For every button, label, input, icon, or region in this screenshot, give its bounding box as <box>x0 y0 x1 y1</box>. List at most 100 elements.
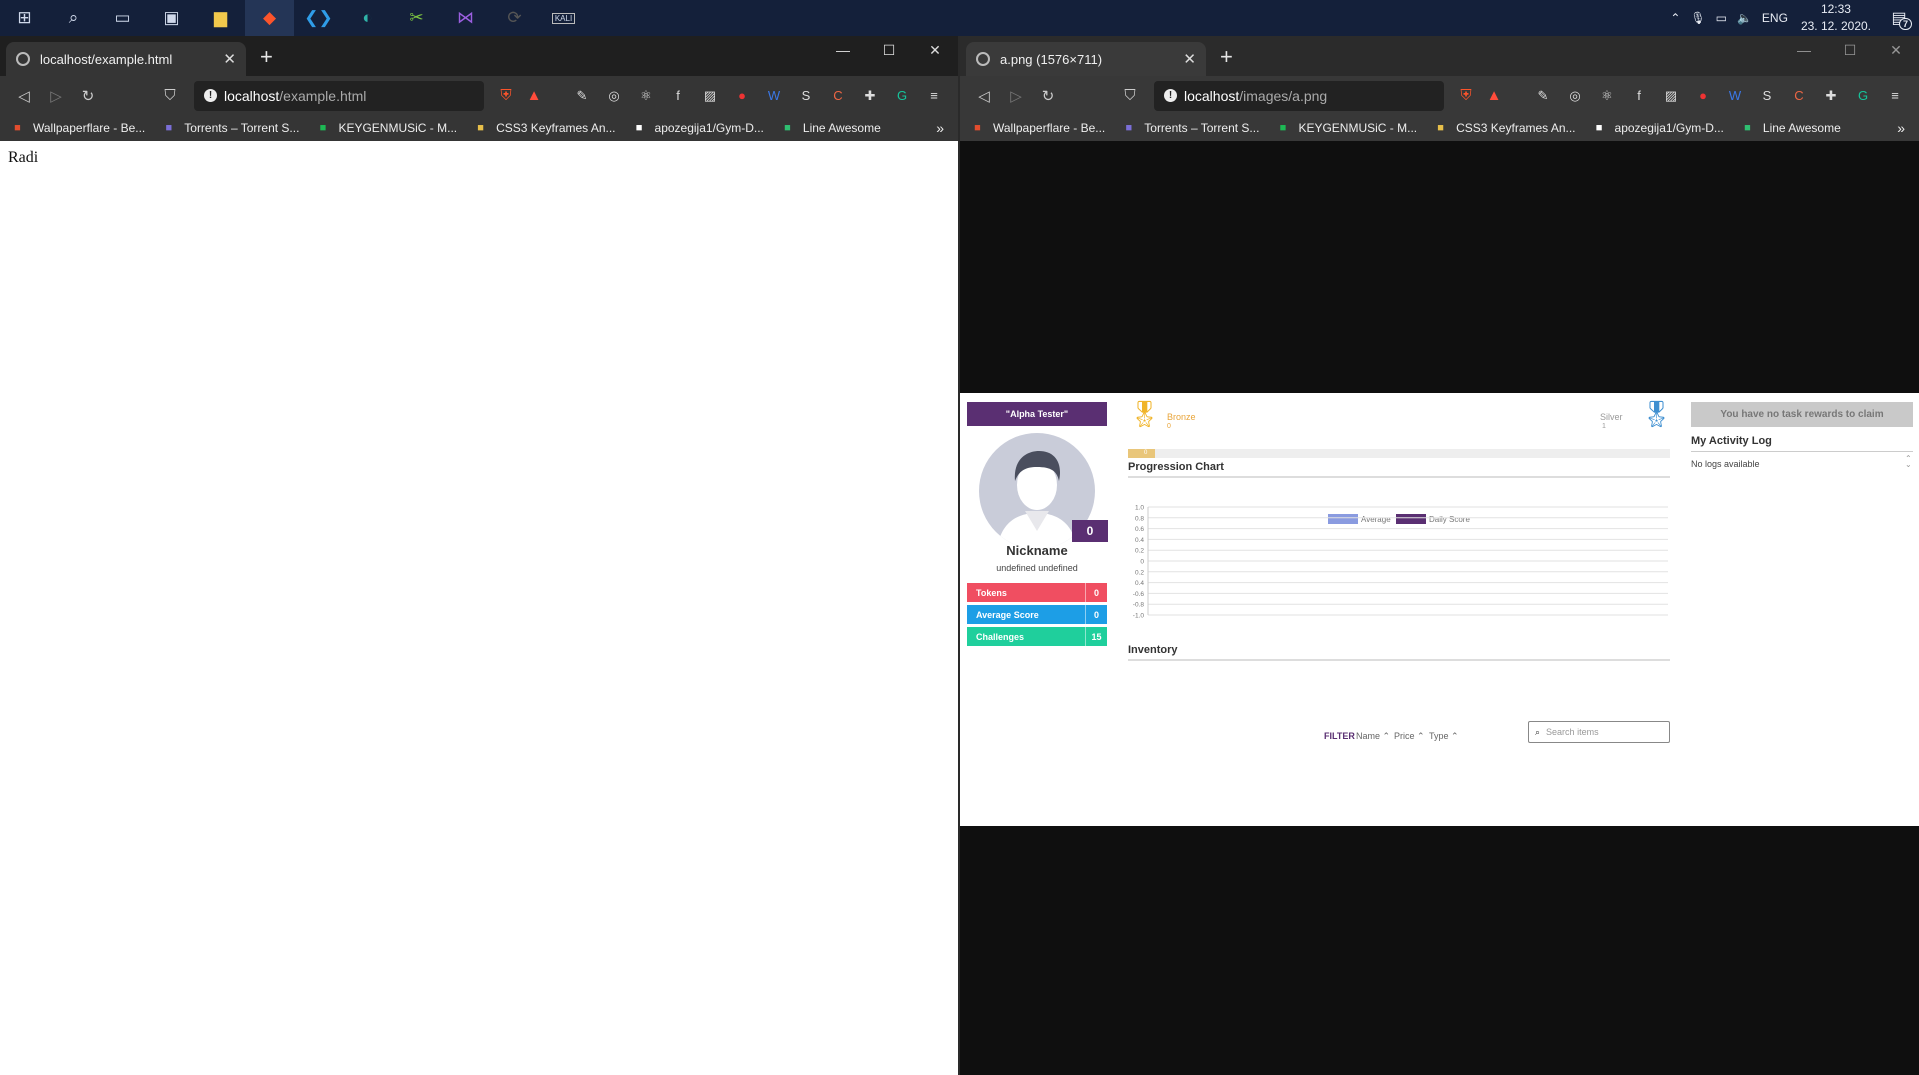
s-extension-icon[interactable]: S <box>1751 84 1783 108</box>
sync-icon[interactable]: ⟳ <box>490 0 539 36</box>
target-extension-icon[interactable]: ◎ <box>598 84 630 108</box>
minimize-icon[interactable]: — <box>820 36 866 64</box>
task-view-icon[interactable]: ▭ <box>98 0 147 36</box>
word-extension-icon[interactable]: W <box>758 84 790 108</box>
back-icon[interactable]: ◁ <box>968 87 1000 105</box>
close-tab-icon[interactable]: ✕ <box>223 50 236 68</box>
grammarly-icon[interactable]: G <box>1847 84 1879 108</box>
file-explorer-icon[interactable]: ▆ <box>196 0 245 36</box>
maximize-icon[interactable]: ☐ <box>866 36 912 64</box>
visual-studio-icon[interactable]: ⋈ <box>441 0 490 36</box>
address-bar[interactable]: ! localhost/images/a.png <box>1154 80 1444 111</box>
minimize-icon[interactable]: — <box>1781 36 1827 64</box>
reload-icon[interactable]: ↻ <box>72 87 104 105</box>
forward-icon[interactable]: ▷ <box>40 87 72 105</box>
facebook-extension-icon[interactable]: f <box>662 84 694 108</box>
word-extension-icon[interactable]: W <box>1719 84 1751 108</box>
pen-extension-icon[interactable]: ✎ <box>566 84 598 108</box>
bookmark-item[interactable]: ■ Wallpaperflare - Be... <box>970 121 1105 136</box>
grammarly-icon[interactable]: G <box>886 84 918 108</box>
bookmark-item[interactable]: ■ CSS3 Keyframes An... <box>473 121 615 136</box>
red-extension-icon[interactable]: ● <box>1687 84 1719 108</box>
red-extension-icon[interactable]: ● <box>726 84 758 108</box>
vscode-icon[interactable]: ❮❯ <box>294 0 343 36</box>
bookmark-item[interactable]: ■ Wallpaperflare - Be... <box>10 121 145 136</box>
bookmark-item[interactable]: ■ Torrents – Torrent S... <box>161 121 299 136</box>
bookmarks-overflow-icon[interactable]: » <box>1897 120 1905 136</box>
menu-icon[interactable]: ≡ <box>918 84 950 108</box>
close-window-icon[interactable]: ✕ <box>1873 36 1919 64</box>
info-icon[interactable]: ! <box>204 88 217 102</box>
browser-toolbar: ◁ ▷ ↻ ⛉ ! localhost/example.html ⛨ ▲ ✎ ◎… <box>0 76 958 115</box>
bookmark-item[interactable]: ■ apozegija1/Gym-D... <box>632 121 764 136</box>
brave-rewards-icon[interactable]: ▲ <box>520 87 548 104</box>
sort-type-button[interactable]: Type ⌃ <box>1429 731 1459 742</box>
tab-strip: localhost/example.html ✕ + — ☐ ✕ <box>0 36 958 76</box>
snip-tool-icon[interactable]: ✂ <box>392 0 441 36</box>
microphone-icon[interactable]: 🎙 <box>1685 11 1710 25</box>
info-icon[interactable]: ! <box>1164 88 1177 102</box>
sort-price-button[interactable]: Price ⌃ <box>1394 731 1425 742</box>
brave-rewards-icon[interactable]: ▲ <box>1480 87 1508 104</box>
clock[interactable]: 12:33 23. 12. 2020. <box>1793 1 1879 35</box>
c-extension-icon[interactable]: C <box>1783 84 1815 108</box>
image-extension-icon[interactable]: ▨ <box>694 84 726 108</box>
bookmark-item[interactable]: ■ CSS3 Keyframes An... <box>1433 121 1575 136</box>
bookmarks-bar: ■ Wallpaperflare - Be... ■ Torrents – Torre… <box>960 115 1919 141</box>
bookmark-item[interactable]: ■ KEYGENMUSiC - M... <box>1275 121 1418 136</box>
puzzle-extensions-icon[interactable]: ✚ <box>854 84 886 108</box>
kali-icon[interactable]: KALI <box>539 0 588 36</box>
bookmark-icon[interactable]: ⛉ <box>154 87 186 104</box>
level-progress-fill: 0 <box>1128 449 1156 458</box>
bookmarks-overflow-icon[interactable]: » <box>936 120 944 136</box>
tab-example-html[interactable]: localhost/example.html ✕ <box>6 42 246 76</box>
bookmark-item[interactable]: ■ Line Awesome <box>1740 121 1841 136</box>
pen-extension-icon[interactable]: ✎ <box>1527 84 1559 108</box>
network-icon[interactable]: ▭ <box>1711 11 1732 25</box>
react-devtools-icon[interactable]: ⚛ <box>630 84 662 108</box>
bookmark-icon[interactable]: ⛉ <box>1114 87 1146 104</box>
url-host: localhost <box>1184 87 1240 104</box>
sort-name-button[interactable]: Name ⌃ <box>1356 731 1390 742</box>
c-extension-icon[interactable]: C <box>822 84 854 108</box>
close-window-icon[interactable]: ✕ <box>912 36 958 64</box>
language-indicator[interactable]: ENG <box>1757 11 1793 25</box>
reload-icon[interactable]: ↻ <box>1032 87 1064 105</box>
torrent-icon: ■ <box>165 122 173 134</box>
forward-icon[interactable]: ▷ <box>1000 87 1032 105</box>
window-controls: — ☐ ✕ <box>820 36 958 64</box>
chevron-up-icon[interactable]: ⌃ <box>1665 11 1685 25</box>
scroll-arrows-icon[interactable]: ⌃ ⌄ <box>1905 455 1912 469</box>
brave-shields-icon[interactable]: ⛨ <box>1452 87 1480 104</box>
claim-rewards-button[interactable]: You have no task rewards to claim <box>1691 402 1913 427</box>
brave-shields-icon[interactable]: ⛨ <box>492 87 520 104</box>
search-icon[interactable]: ⌕ <box>49 0 98 36</box>
puzzle-extensions-icon[interactable]: ✚ <box>1815 84 1847 108</box>
bookmark-item[interactable]: ■ KEYGENMUSiC - M... <box>315 121 458 136</box>
bookmark-item[interactable]: ■ Torrents – Torrent S... <box>1121 121 1259 136</box>
search-input[interactable]: ⌕ Search items <box>1528 721 1670 743</box>
sort-name-label: Name <box>1356 731 1381 741</box>
volume-icon[interactable]: 🔈 <box>1732 11 1757 25</box>
facebook-extension-icon[interactable]: f <box>1623 84 1655 108</box>
image-extension-icon[interactable]: ▨ <box>1655 84 1687 108</box>
new-tab-icon[interactable]: + <box>260 44 273 70</box>
bookmark-item[interactable]: ■ apozegija1/Gym-D... <box>1592 121 1724 136</box>
notification-center-icon[interactable]: ▤ 7 <box>1879 0 1919 36</box>
menu-icon[interactable]: ≡ <box>1879 84 1911 108</box>
target-extension-icon[interactable]: ◎ <box>1559 84 1591 108</box>
tab-a-png[interactable]: a.png (1576×711) ✕ <box>966 42 1206 76</box>
filter-label: FILTER <box>1324 731 1355 741</box>
edge-icon[interactable]: ◐ <box>343 0 392 36</box>
maximize-icon[interactable]: ☐ <box>1827 36 1873 64</box>
bookmark-item[interactable]: ■ Line Awesome <box>780 121 881 136</box>
close-tab-icon[interactable]: ✕ <box>1183 50 1196 68</box>
new-tab-icon[interactable]: + <box>1220 44 1233 70</box>
react-devtools-icon[interactable]: ⚛ <box>1591 84 1623 108</box>
windows-start-icon[interactable]: ⊞ <box>0 0 49 36</box>
brave-browser-icon[interactable]: ◆ <box>245 0 294 36</box>
address-bar[interactable]: ! localhost/example.html <box>194 80 484 111</box>
s-extension-icon[interactable]: S <box>790 84 822 108</box>
terminal-icon[interactable]: ▣ <box>147 0 196 36</box>
back-icon[interactable]: ◁ <box>8 87 40 105</box>
